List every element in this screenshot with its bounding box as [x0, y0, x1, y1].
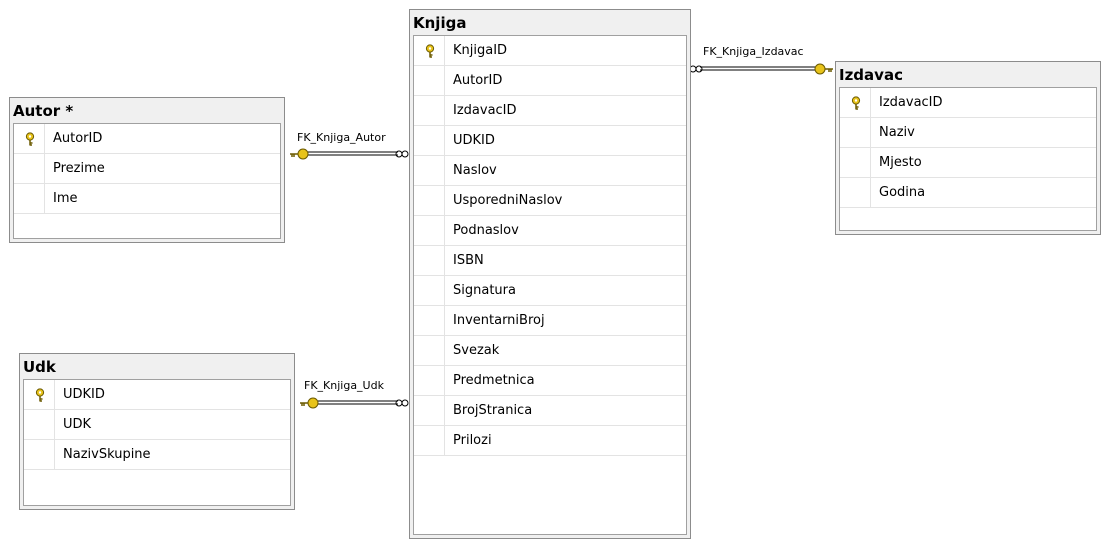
relationship-line-izdavac[interactable] [689, 65, 820, 73]
column-row[interactable]: Predmetnica [414, 366, 686, 396]
column-name: UsporedniNaslov [453, 193, 563, 208]
primary-key-icon [851, 96, 861, 110]
column-row[interactable]: UDKID [414, 126, 686, 156]
relationship-label-udk: FK_Knjiga_Udk [304, 379, 384, 392]
column-name: InventarniBroj [453, 313, 545, 328]
column-name: Prezime [53, 161, 105, 176]
column-row[interactable]: Prilozi [414, 426, 686, 456]
column-row[interactable]: InventarniBroj [414, 306, 686, 336]
table-title: Udk [23, 358, 56, 376]
column-row[interactable]: ISBN [414, 246, 686, 276]
relationship-line-autor[interactable] [300, 150, 409, 158]
column-name: NazivSkupine [63, 447, 151, 462]
primary-key-icon [35, 388, 45, 402]
column-name: IzdavacID [453, 103, 517, 118]
column-row[interactable]: Mjesto [840, 148, 1096, 178]
column-name: Svezak [453, 343, 500, 358]
column-row[interactable]: AutorID [14, 124, 280, 154]
relationship-label-autor: FK_Knjiga_Autor [297, 131, 386, 144]
column-name: KnjigaID [453, 43, 508, 58]
column-row[interactable]: BrojStranica [414, 396, 686, 426]
column-row[interactable]: Naziv [840, 118, 1096, 148]
column-name: Godina [879, 185, 926, 200]
column-name: UDKID [63, 387, 105, 402]
column-name: Signatura [453, 283, 516, 298]
table-autor[interactable]: Autor * AutorID Prezime Ime [9, 97, 285, 243]
column-row[interactable]: AutorID [414, 66, 686, 96]
relationship-key-icon-izdavac [814, 63, 833, 75]
relationship-label-izdavac: FK_Knjiga_Izdavac [703, 45, 804, 58]
column-row[interactable]: Signatura [414, 276, 686, 306]
column-name: BrojStranica [453, 403, 533, 418]
column-grid: AutorID Prezime Ime [13, 123, 281, 239]
column-name: UDKID [453, 133, 495, 148]
column-grid: KnjigaID AutorID IzdavacID UDKID Naslov … [413, 35, 687, 535]
column-name: AutorID [453, 73, 503, 88]
column-row[interactable]: Svezak [414, 336, 686, 366]
table-title: Izdavac [839, 66, 903, 84]
column-row[interactable]: UDK [24, 410, 290, 440]
column-row[interactable]: IzdavacID [840, 88, 1096, 118]
column-name: Naslov [453, 163, 497, 178]
column-row[interactable]: KnjigaID [414, 36, 686, 66]
column-name: Podnaslov [453, 223, 519, 238]
column-row[interactable]: Godina [840, 178, 1096, 208]
primary-key-icon [425, 44, 435, 58]
relationship-line-udk[interactable] [310, 399, 409, 407]
column-row[interactable]: Naslov [414, 156, 686, 186]
table-knjiga[interactable]: Knjiga KnjigaID AutorID IzdavacID UDKID … [409, 9, 691, 539]
table-izdavac[interactable]: Izdavac IzdavacID Naziv Mjesto Godina [835, 61, 1101, 235]
column-grid: IzdavacID Naziv Mjesto Godina [839, 87, 1097, 231]
column-name: AutorID [53, 131, 103, 146]
column-row[interactable]: UsporedniNaslov [414, 186, 686, 216]
column-name: ISBN [453, 253, 484, 268]
column-grid: UDKID UDK NazivSkupine [23, 379, 291, 506]
primary-key-icon [25, 132, 35, 146]
column-row[interactable]: Prezime [14, 154, 280, 184]
column-row[interactable]: IzdavacID [414, 96, 686, 126]
column-name: Mjesto [879, 155, 922, 170]
column-name: Naziv [879, 125, 915, 140]
table-title: Knjiga [413, 14, 467, 32]
column-name: UDK [63, 417, 92, 432]
column-name: Ime [53, 191, 78, 206]
column-row[interactable]: UDKID [24, 380, 290, 410]
column-row[interactable]: Podnaslov [414, 216, 686, 246]
relationship-key-icon-autor [290, 148, 309, 160]
column-name: Prilozi [453, 433, 492, 448]
table-udk[interactable]: Udk UDKID UDK NazivSkupine [19, 353, 295, 510]
table-title: Autor * [13, 102, 74, 120]
column-row[interactable]: Ime [14, 184, 280, 214]
column-row[interactable]: NazivSkupine [24, 440, 290, 470]
column-name: IzdavacID [879, 95, 943, 110]
relationship-key-icon-udk [300, 397, 319, 409]
column-name: Predmetnica [453, 373, 535, 388]
